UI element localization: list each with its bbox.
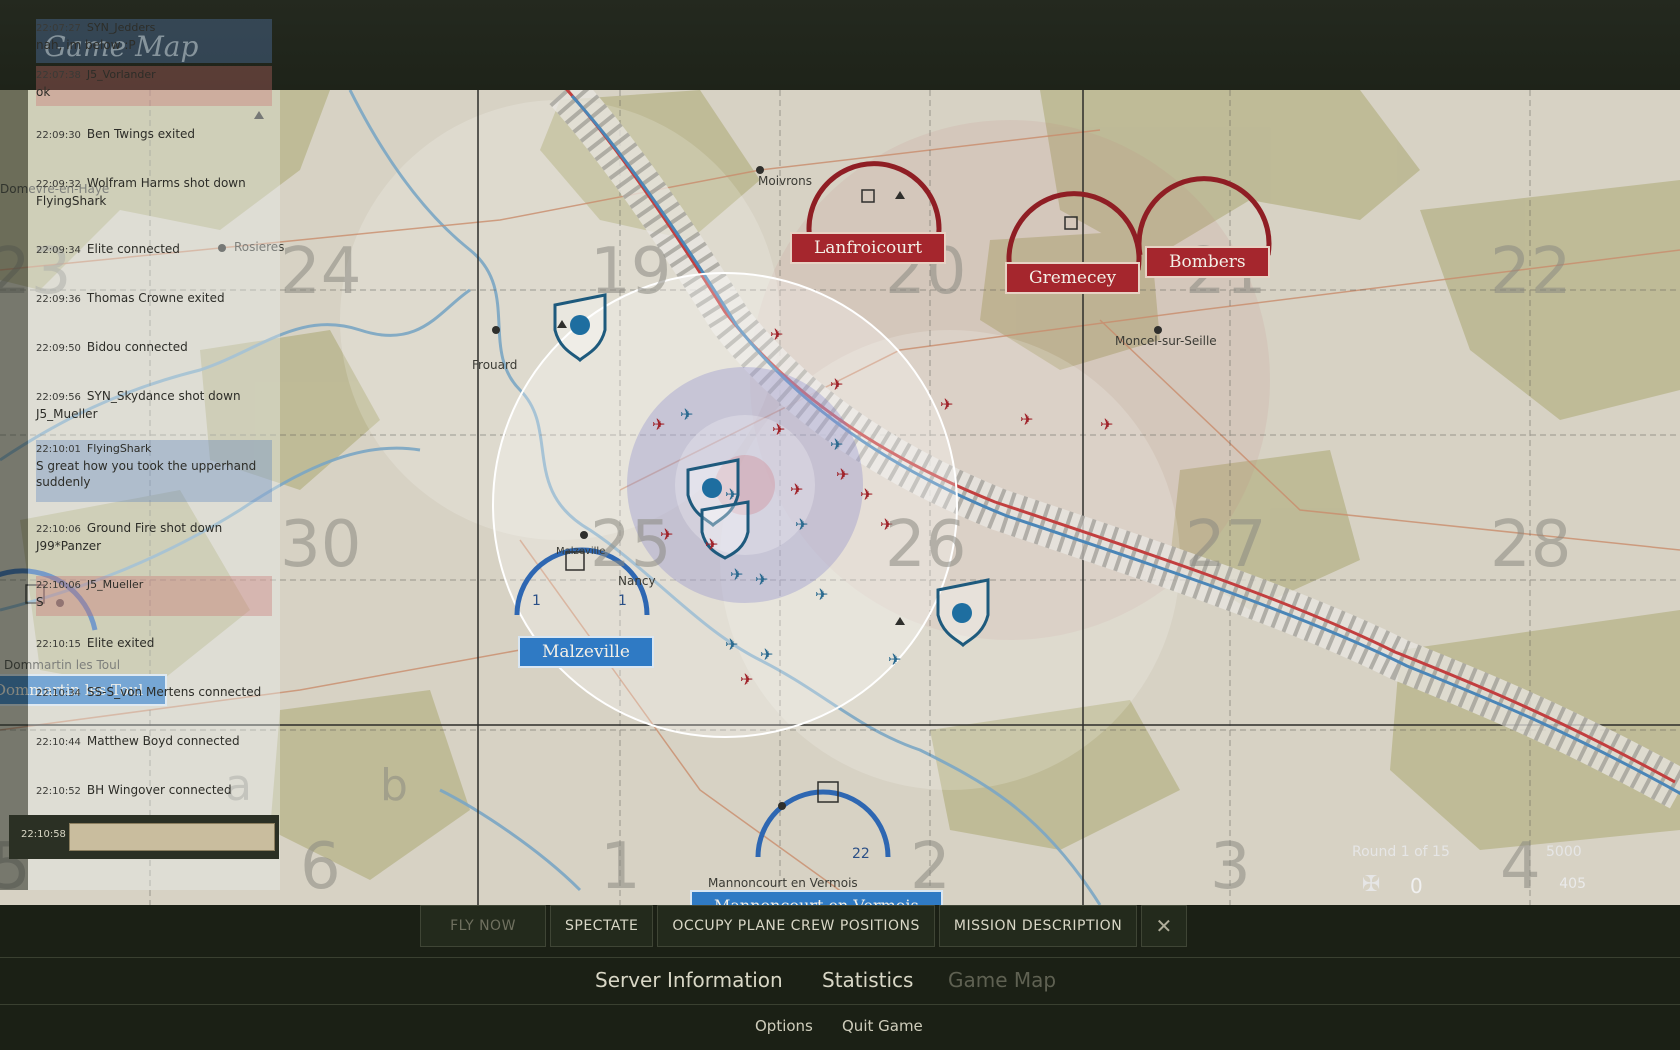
chat-message: 22:07:27 SYN_Jedders nah, im below :P xyxy=(36,19,272,63)
chat-message: 22:10:52 BH Wingover connected xyxy=(36,783,232,797)
svg-text:✈: ✈ xyxy=(770,325,783,344)
town-label: Mannoncourt en Vermois xyxy=(708,876,858,890)
svg-text:✈: ✈ xyxy=(740,670,753,689)
unit-count: 22 xyxy=(852,846,870,862)
chat-input[interactable] xyxy=(69,823,275,851)
iron-cross-icon: ✠ xyxy=(1362,872,1381,897)
tab-server-information[interactable]: Server Information xyxy=(595,968,783,992)
town-label: Moncel-sur-Seille xyxy=(1115,334,1217,348)
grid-number: 28 xyxy=(1490,508,1572,582)
chat-message: 22:09:36 Thomas Crowne exited xyxy=(36,291,225,305)
main-tabs: Server Information Statistics Game Map xyxy=(0,957,1680,1005)
spectate-button[interactable]: SPECTATE xyxy=(550,905,654,947)
chat-input-row: 22:10:58 xyxy=(9,815,279,859)
occupy-positions-button[interactable]: OCCUPY PLANE CREW POSITIONS xyxy=(657,905,935,947)
town-label: Frouard xyxy=(472,358,518,372)
tab-game-map[interactable]: Game Map xyxy=(948,968,1056,992)
chat-message: 22:09:50 Bidou connected xyxy=(36,340,188,354)
unit-count: 1 xyxy=(618,593,627,609)
svg-text:✈: ✈ xyxy=(888,650,901,669)
svg-text:✈: ✈ xyxy=(815,585,828,604)
chat-message: 22:07:38 J5_Vorlander ok xyxy=(36,66,272,106)
tab-statistics[interactable]: Statistics xyxy=(822,968,913,992)
grid-number: 26 xyxy=(885,508,967,582)
objective-label-red[interactable]: Gremecey xyxy=(1005,262,1141,294)
unit-count: 1 xyxy=(532,593,541,609)
grid-number: 22 xyxy=(1490,235,1572,309)
close-icon[interactable]: ✕ xyxy=(1141,905,1188,947)
grid-number: 24 xyxy=(280,235,362,309)
chat-message: 22:10:06 J5_Mueller S xyxy=(36,576,272,616)
grid-number: 1 xyxy=(600,830,641,904)
svg-text:✈: ✈ xyxy=(830,435,843,454)
svg-text:✈: ✈ xyxy=(795,515,808,534)
svg-text:✈: ✈ xyxy=(755,570,768,589)
chat-message: 22:09:34 Elite connected xyxy=(36,242,180,256)
score-row-central: ✠ 0 405 xyxy=(1350,870,1600,902)
grid-number: 3 xyxy=(1210,830,1251,904)
chat-message: 22:09:32 Wolfram Harms shot down FlyingSh… xyxy=(36,176,246,208)
chat-message: 22:10:15 Elite exited xyxy=(36,636,155,650)
svg-text:✈: ✈ xyxy=(725,485,738,504)
grid-number: 19 xyxy=(590,235,672,309)
svg-text:✈: ✈ xyxy=(940,395,953,414)
svg-text:✈: ✈ xyxy=(725,635,738,654)
chat-message: 22:10:34 SS-S_von Mertens connected xyxy=(36,685,262,699)
chat-message: 22:10:01 FlyingShark S great how you took … xyxy=(36,440,272,502)
svg-text:✈: ✈ xyxy=(705,535,718,554)
objective-label-red[interactable]: Lanfroicourt xyxy=(790,232,947,264)
svg-text:✈: ✈ xyxy=(860,485,873,504)
chat-message: 22:09:56 SYN_Skydance shot down J5_Muelle… xyxy=(36,389,241,421)
objective-label-red[interactable]: Bombers xyxy=(1145,246,1270,278)
svg-text:✈: ✈ xyxy=(836,465,849,484)
chat-message: 22:10:44 Matthew Boyd connected xyxy=(36,734,240,748)
chat-message: 22:10:06 Ground Fire shot down J99*Panzer xyxy=(36,521,223,553)
svg-text:✈: ✈ xyxy=(760,645,773,664)
svg-text:✈: ✈ xyxy=(772,420,785,439)
svg-text:✈: ✈ xyxy=(1100,415,1113,434)
target-score: 5000 xyxy=(1546,844,1582,860)
town-label: Malzeville xyxy=(556,546,606,557)
quit-game-link[interactable]: Quit Game xyxy=(842,1017,923,1035)
svg-text:✈: ✈ xyxy=(1020,410,1033,429)
objective-label-blue[interactable]: Malzeville xyxy=(518,636,654,668)
svg-text:✈: ✈ xyxy=(730,565,743,584)
round-label: Round 1 of 15 xyxy=(1352,844,1450,860)
svg-text:✈: ✈ xyxy=(830,375,843,394)
grid-number: 27 xyxy=(1185,508,1267,582)
chat-message: 22:09:30 Ben Twings exited xyxy=(36,127,196,141)
svg-text:✈: ✈ xyxy=(652,415,665,434)
town-label: Nancy xyxy=(618,574,656,588)
central-score: 0 xyxy=(1410,874,1423,898)
town-label: Moivrons xyxy=(758,174,812,188)
options-link[interactable]: Options xyxy=(755,1017,813,1035)
action-bar: FLY NOW SPECTATE OCCUPY PLANE CREW POSIT… xyxy=(420,905,1191,947)
bottom-panel: FLY NOW SPECTATE OCCUPY PLANE CREW POSIT… xyxy=(0,905,1680,1050)
chat-input-time: 22:10:58 xyxy=(21,829,66,840)
mission-description-button[interactable]: MISSION DESCRIPTION xyxy=(938,905,1138,947)
grid-number: 25 xyxy=(590,508,672,582)
svg-text:✈: ✈ xyxy=(680,405,693,424)
chat-scrollbar[interactable] xyxy=(0,90,28,890)
grid-letter: b xyxy=(380,760,408,811)
objective-label-blue[interactable]: Mannoncourt en Vermois xyxy=(690,890,943,905)
grid-number: 6 xyxy=(300,830,341,904)
svg-text:✈: ✈ xyxy=(790,480,803,499)
grid-number: 30 xyxy=(280,508,362,582)
central-points: 405 xyxy=(1559,876,1586,892)
fly-now-button[interactable]: FLY NOW xyxy=(420,905,546,947)
